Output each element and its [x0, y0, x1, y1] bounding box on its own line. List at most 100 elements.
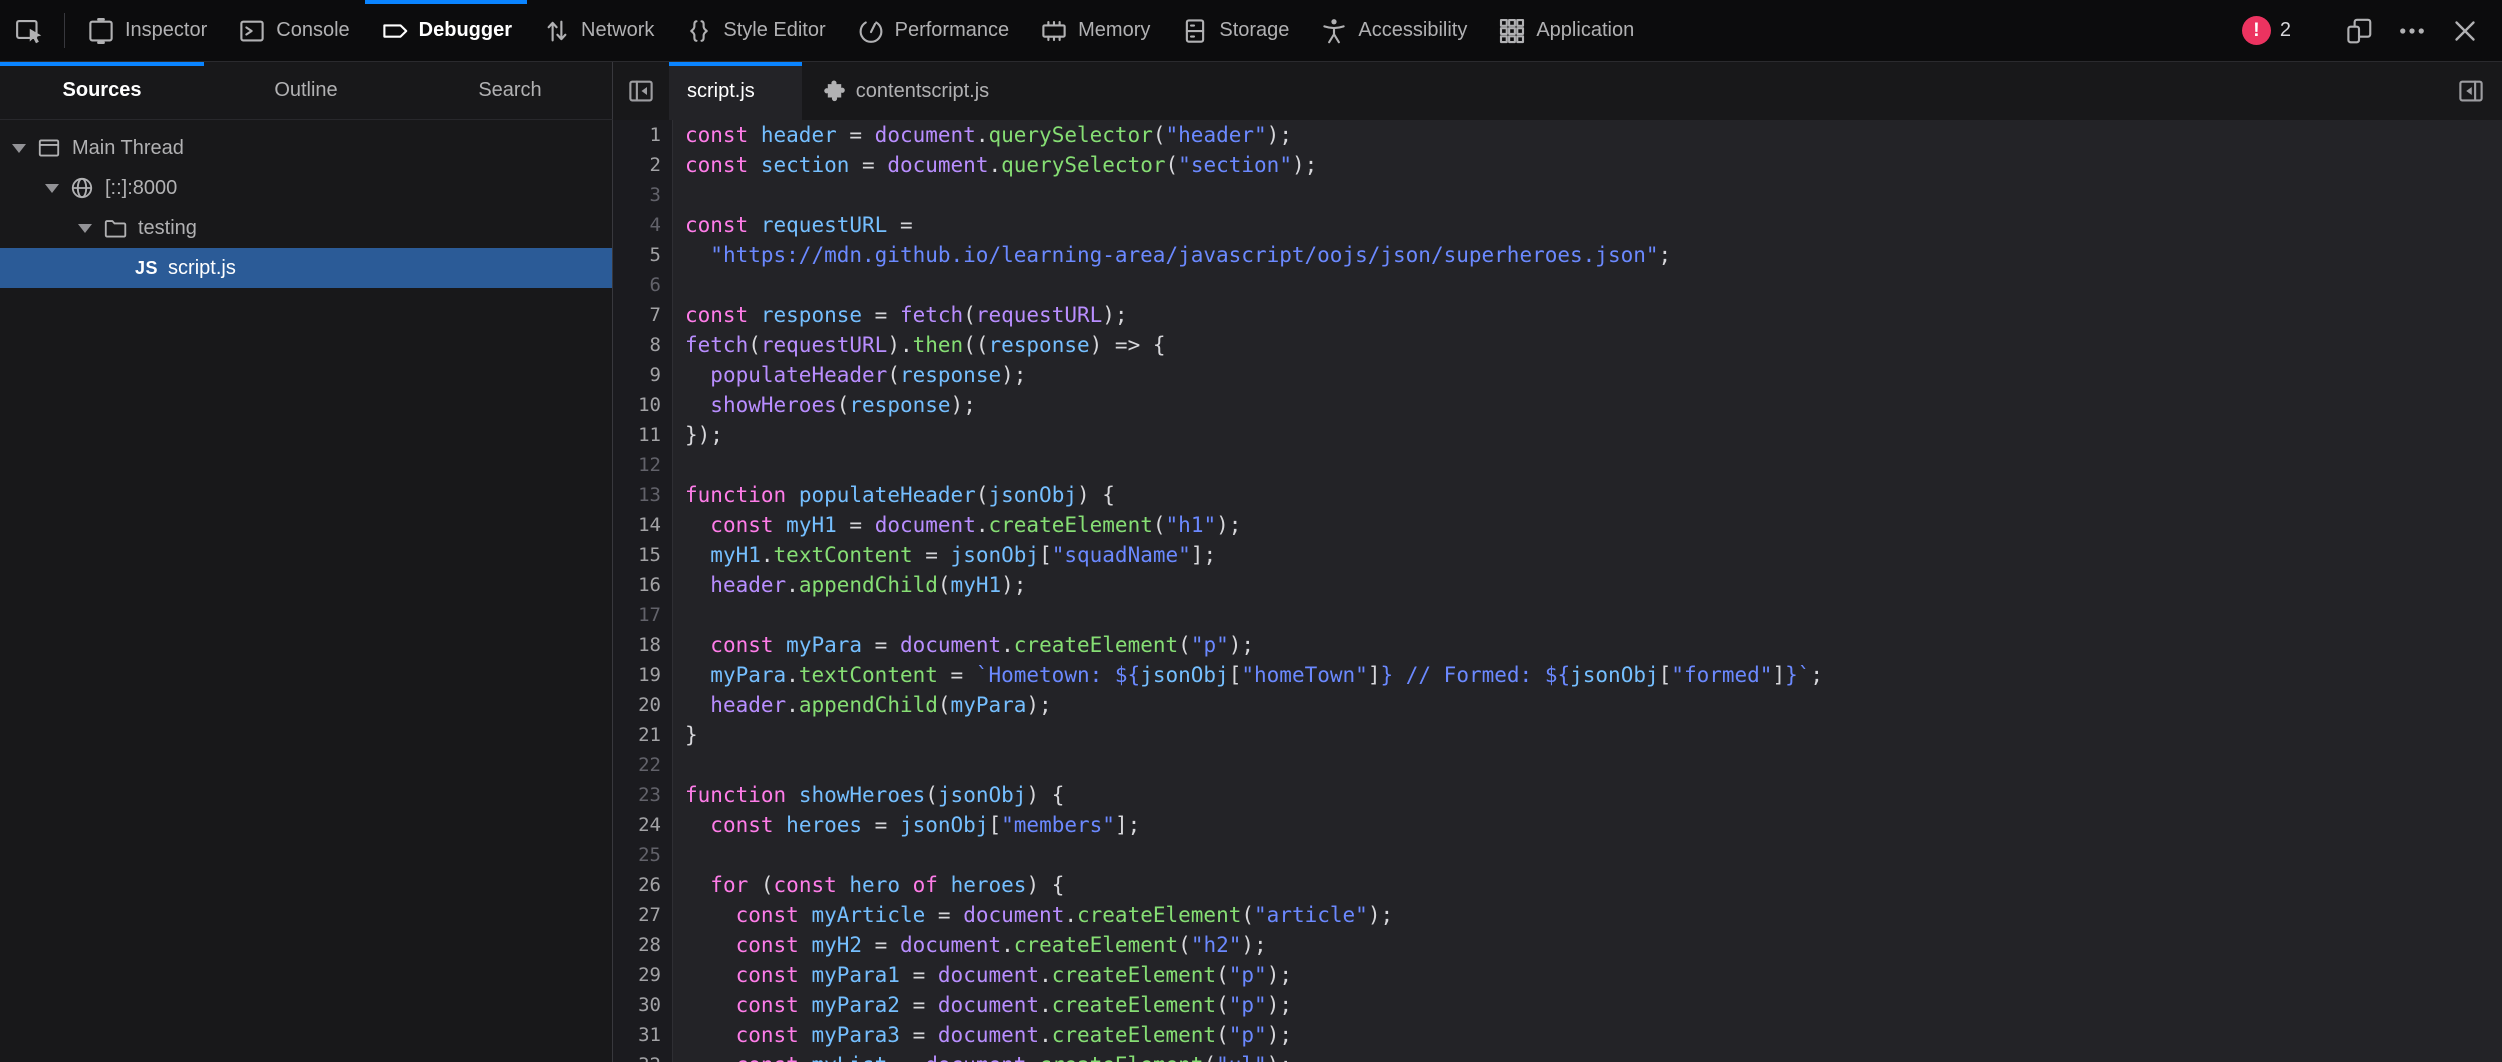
tab-console[interactable]: Console — [222, 0, 364, 61]
line-number[interactable]: 18 — [613, 630, 672, 660]
code-line: 7const response = fetch(requestURL); — [613, 300, 2502, 330]
line-number[interactable]: 19 — [613, 660, 672, 690]
error-badge[interactable]: ! 2 — [2242, 16, 2291, 45]
code-text[interactable]: function showHeroes(jsonObj) { — [672, 780, 1064, 810]
code-text[interactable]: const myH1 = document.createElement("h1"… — [672, 510, 1241, 540]
line-number[interactable]: 24 — [613, 810, 672, 840]
sidebar-tab-search[interactable]: Search — [408, 62, 612, 119]
code-text[interactable]: const myPara1 = document.createElement("… — [672, 960, 1292, 990]
close-devtools-button[interactable] — [2448, 16, 2482, 46]
code-text[interactable] — [672, 450, 685, 480]
code-text[interactable]: const myArticle = document.createElement… — [672, 900, 1393, 930]
line-number[interactable]: 15 — [613, 540, 672, 570]
code-line: 4const requestURL = — [613, 210, 2502, 240]
expand-debugger-panel-button[interactable] — [2440, 62, 2502, 120]
code-text[interactable]: const myPara3 = document.createElement("… — [672, 1020, 1292, 1050]
tab-inspector[interactable]: Inspector — [71, 0, 222, 61]
responsive-design-button[interactable] — [2342, 16, 2376, 46]
tab-accessibility[interactable]: Accessibility — [1304, 0, 1482, 61]
tree-item--8000[interactable]: [::]:8000 — [0, 168, 612, 208]
code-text[interactable] — [672, 750, 685, 780]
line-number[interactable]: 8 — [613, 330, 672, 360]
code-text[interactable]: const myPara2 = document.createElement("… — [672, 990, 1292, 1020]
collapse-sources-panel-button[interactable] — [613, 62, 669, 120]
devtools-toolbar: InspectorConsoleDebuggerNetworkStyle Edi… — [0, 0, 2502, 62]
sidebar-tabs: SourcesOutlineSearch — [0, 62, 613, 120]
tab-style-editor[interactable]: Style Editor — [669, 0, 840, 61]
tree-item-script-js[interactable]: JSscript.js — [0, 248, 612, 288]
line-number[interactable]: 23 — [613, 780, 672, 810]
line-number[interactable]: 17 — [613, 600, 672, 630]
line-number[interactable]: 16 — [613, 570, 672, 600]
line-number[interactable]: 4 — [613, 210, 672, 240]
code-text[interactable] — [672, 600, 685, 630]
line-number[interactable]: 31 — [613, 1020, 672, 1050]
tab-debugger[interactable]: Debugger — [365, 0, 527, 61]
line-number[interactable]: 10 — [613, 390, 672, 420]
line-number[interactable]: 5 — [613, 240, 672, 270]
line-number[interactable]: 26 — [613, 870, 672, 900]
code-text[interactable]: "https://mdn.github.io/learning-area/jav… — [672, 240, 1671, 270]
code-text[interactable]: fetch(requestURL).then((response) => { — [672, 330, 1166, 360]
close-tab-icon[interactable] — [767, 83, 784, 100]
sidebar-tab-sources[interactable]: Sources — [0, 62, 204, 119]
line-number[interactable]: 28 — [613, 930, 672, 960]
tree-item-testing[interactable]: testing — [0, 208, 612, 248]
tab-application[interactable]: Application — [1482, 0, 1649, 61]
line-number[interactable]: 9 — [613, 360, 672, 390]
code-text[interactable]: } — [672, 720, 698, 750]
line-number[interactable]: 14 — [613, 510, 672, 540]
tree-item-main-thread[interactable]: Main Thread — [0, 128, 612, 168]
console-icon — [237, 16, 267, 46]
line-number[interactable]: 32 — [613, 1050, 672, 1062]
code-text[interactable]: const requestURL = — [672, 210, 913, 240]
code-text[interactable]: const heroes = jsonObj["members"]; — [672, 810, 1140, 840]
line-number[interactable]: 25 — [613, 840, 672, 870]
code-line: 26 for (const hero of heroes) { — [613, 870, 2502, 900]
code-editor[interactable]: 1const header = document.querySelector("… — [613, 120, 2502, 1062]
code-text[interactable] — [672, 840, 685, 870]
pick-element-button[interactable] — [0, 0, 58, 61]
code-text[interactable] — [672, 270, 685, 300]
tab-network[interactable]: Network — [527, 0, 669, 61]
code-text[interactable]: }); — [672, 420, 723, 450]
source-tabs-bar: script.jscontentscript.js — [613, 62, 2502, 120]
code-text[interactable]: const header = document.querySelector("h… — [672, 120, 1292, 150]
code-text[interactable]: const myH2 = document.createElement("h2"… — [672, 930, 1267, 960]
code-text[interactable]: const myPara = document.createElement("p… — [672, 630, 1254, 660]
line-number[interactable]: 1 — [613, 120, 672, 150]
code-text[interactable]: const section = document.querySelector("… — [672, 150, 1317, 180]
line-number[interactable]: 29 — [613, 960, 672, 990]
tab-performance[interactable]: Performance — [841, 0, 1025, 61]
line-number[interactable]: 22 — [613, 750, 672, 780]
tab-memory[interactable]: Memory — [1024, 0, 1165, 61]
code-text[interactable]: const response = fetch(requestURL); — [672, 300, 1128, 330]
line-number[interactable]: 7 — [613, 300, 672, 330]
code-text[interactable]: header.appendChild(myH1); — [672, 570, 1026, 600]
code-text[interactable]: myH1.textContent = jsonObj["squadName"]; — [672, 540, 1216, 570]
code-text[interactable]: const myList = document.createElement("u… — [672, 1050, 1292, 1062]
devtools-menu-button[interactable] — [2395, 16, 2429, 46]
code-text[interactable]: header.appendChild(myPara); — [672, 690, 1052, 720]
line-number[interactable]: 27 — [613, 900, 672, 930]
line-number[interactable]: 3 — [613, 180, 672, 210]
line-number[interactable]: 13 — [613, 480, 672, 510]
source-tab-contentscript-js[interactable]: contentscript.js — [802, 62, 1007, 120]
code-text[interactable]: function populateHeader(jsonObj) { — [672, 480, 1115, 510]
line-number[interactable]: 2 — [613, 150, 672, 180]
line-number[interactable]: 6 — [613, 270, 672, 300]
code-text[interactable]: showHeroes(response); — [672, 390, 976, 420]
line-number[interactable]: 11 — [613, 420, 672, 450]
code-text[interactable]: myPara.textContent = `Hometown: ${jsonOb… — [672, 660, 1823, 690]
line-number[interactable]: 30 — [613, 990, 672, 1020]
line-number[interactable]: 20 — [613, 690, 672, 720]
code-line: 2const section = document.querySelector(… — [613, 150, 2502, 180]
line-number[interactable]: 12 — [613, 450, 672, 480]
code-text[interactable] — [672, 180, 685, 210]
line-number[interactable]: 21 — [613, 720, 672, 750]
source-tab-script-js[interactable]: script.js — [669, 62, 802, 120]
sidebar-tab-outline[interactable]: Outline — [204, 62, 408, 119]
code-text[interactable]: for (const hero of heroes) { — [672, 870, 1064, 900]
code-text[interactable]: populateHeader(response); — [672, 360, 1026, 390]
tab-storage[interactable]: Storage — [1165, 0, 1304, 61]
